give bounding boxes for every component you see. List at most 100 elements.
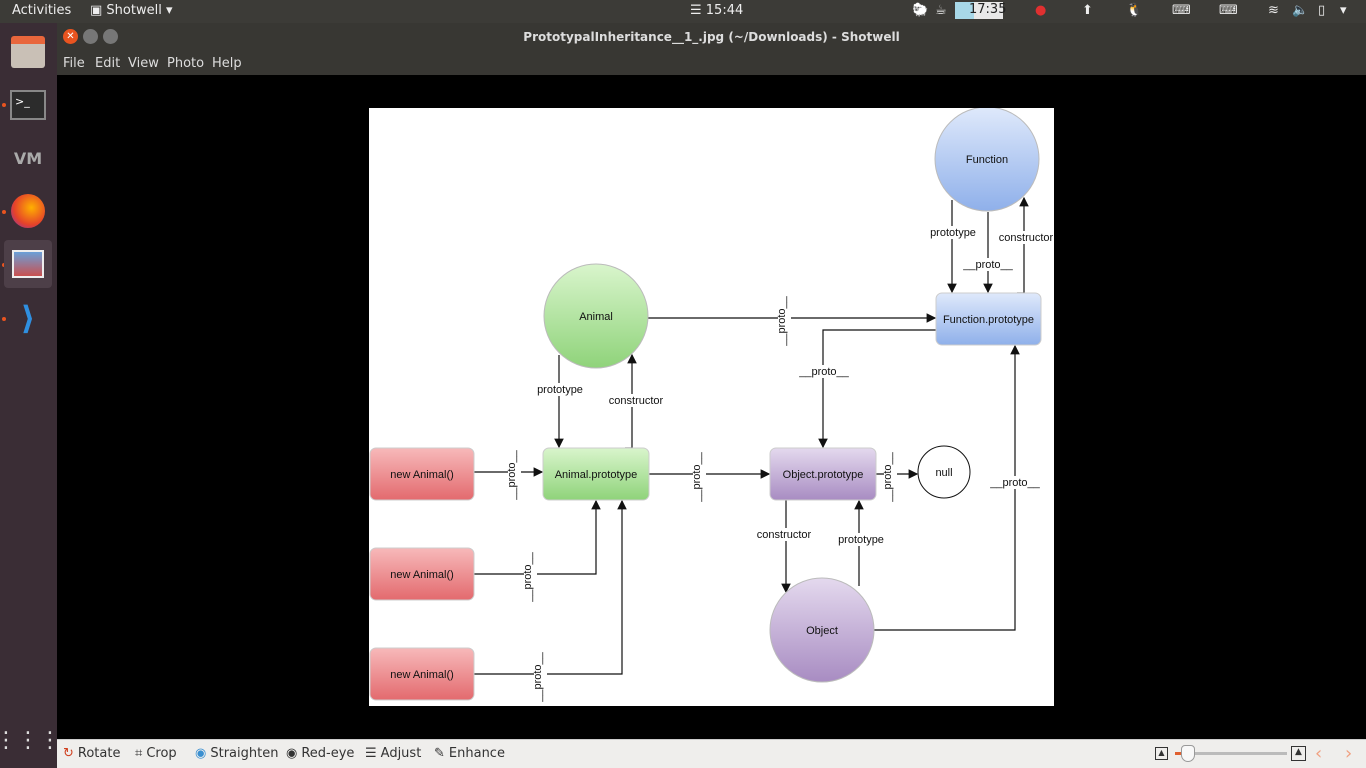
- previous-photo-icon[interactable]: ‹: [1315, 743, 1322, 764]
- svg-text:__proto__: __proto__: [798, 366, 849, 378]
- svg-text:__proto__: __proto__: [522, 551, 534, 602]
- svg-text:__proto__: __proto__: [882, 451, 894, 502]
- svg-text:constructor: constructor: [609, 395, 664, 407]
- zoom-slider-handle[interactable]: [1180, 745, 1195, 762]
- edge-object-prototype: prototype: [832, 499, 890, 586]
- activities-button[interactable]: Activities: [12, 3, 71, 18]
- rotate-label: Rotate: [77, 746, 121, 761]
- svg-text:Object.prototype: Object.prototype: [783, 469, 864, 481]
- edge-function-constructor: constructor: [991, 196, 1061, 294]
- volume-icon[interactable]: 🔈: [1292, 3, 1308, 18]
- adjust-button[interactable]: ☰ Adjust: [365, 746, 421, 761]
- menu-help[interactable]: Help: [212, 56, 242, 71]
- redeye-button[interactable]: ◉ Red-eye: [286, 746, 354, 761]
- app-menu[interactable]: ▣ Shotwell ▾: [90, 3, 173, 18]
- sheep-icon[interactable]: 🐑: [912, 3, 928, 18]
- shotwell-icon[interactable]: [4, 240, 52, 288]
- svg-text:__proto__: __proto__: [532, 651, 544, 702]
- window-title: PrototypalInheritance__1_.jpg (~/Downloa…: [523, 30, 900, 44]
- edge-animal-prototype: prototype: [531, 355, 589, 449]
- next-photo-icon[interactable]: ›: [1345, 743, 1352, 764]
- toolbar: ↻ Rotate ⌗ Crop ◉ Straighten ◉ Red-eye ☰ Adju…: [57, 739, 1366, 768]
- function-prototype-node: Function.prototype: [935, 292, 1042, 346]
- clock[interactable]: ☰ 15:44: [690, 3, 743, 18]
- redeye-label: Red-eye: [301, 746, 355, 761]
- tea-icon[interactable]: ☕: [935, 3, 947, 18]
- svg-text:new Animal(): new Animal(): [390, 569, 454, 581]
- svg-text:__proto__: __proto__: [691, 451, 703, 502]
- straighten-icon: ◉: [195, 746, 207, 761]
- svg-text:Animal: Animal: [579, 311, 613, 323]
- menu-file[interactable]: File: [63, 56, 85, 71]
- edge-function-proto: __proto__: [959, 212, 1017, 294]
- svg-text:null: null: [935, 467, 952, 479]
- object-prototype-node: Object.prototype: [769, 447, 877, 501]
- svg-text:prototype: prototype: [930, 227, 976, 239]
- menu-edit[interactable]: Edit: [95, 56, 120, 71]
- vscode-icon[interactable]: ⟩: [4, 294, 52, 342]
- svg-text:Function: Function: [966, 154, 1008, 166]
- svg-text:new Animal(): new Animal(): [390, 469, 454, 481]
- svg-text:Function.prototype: Function.prototype: [943, 314, 1034, 326]
- svg-text:prototype: prototype: [537, 384, 583, 396]
- straighten-label: Straighten: [210, 746, 279, 761]
- object-node: Object: [769, 577, 875, 683]
- svg-text:constructor: constructor: [999, 232, 1054, 244]
- top-bar: Activities ▣ Shotwell ▾ ☰ 15:44 🐑 ☕ 17:3…: [0, 0, 1366, 23]
- edge-function-prototype: prototype: [924, 200, 982, 294]
- vmware-icon[interactable]: VM: [4, 134, 52, 182]
- photo-image: prototype __proto__ constructor __proto__ __…: [369, 106, 1061, 706]
- edge-function-prototype-proto: __proto__: [795, 329, 936, 449]
- rotate-icon: ↻: [63, 746, 74, 761]
- show-apps-icon[interactable]: ⋮⋮⋮: [0, 716, 61, 764]
- crop-icon: ⌗: [135, 746, 143, 761]
- prototype-diagram: prototype __proto__ constructor __proto__ __…: [369, 106, 1061, 703]
- edge-object-constructor: constructor: [749, 500, 819, 594]
- svg-text:Animal.prototype: Animal.prototype: [555, 469, 638, 481]
- battery-icon[interactable]: ▯: [1318, 3, 1325, 18]
- timer-indicator[interactable]: 17:35: [955, 2, 1006, 19]
- svg-text:prototype: prototype: [838, 534, 884, 546]
- edge-animal-proto: __proto__: [648, 289, 937, 347]
- edge-animal-prototype-proto: __proto__: [649, 445, 771, 503]
- keyboard-layout-icon[interactable]: ⌨: [1172, 3, 1191, 18]
- adjust-icon: ☰: [365, 746, 377, 761]
- tux-icon[interactable]: 🐧: [1126, 3, 1142, 18]
- terminal-icon[interactable]: >_: [4, 81, 52, 129]
- svg-text:constructor: constructor: [757, 529, 812, 541]
- zoom-slider[interactable]: [1175, 745, 1287, 762]
- edge-animal-constructor: constructor: [601, 353, 671, 449]
- wifi-icon[interactable]: ≋: [1268, 3, 1279, 18]
- new-animal-node: new Animal(): [369, 447, 475, 501]
- enhance-button[interactable]: ✎ Enhance: [434, 746, 505, 761]
- enhance-label: Enhance: [448, 746, 505, 761]
- straighten-button[interactable]: ◉ Straighten: [195, 746, 278, 761]
- zoom-out-icon[interactable]: ▲: [1155, 747, 1168, 760]
- svg-text:__proto__: __proto__: [989, 477, 1040, 489]
- edge-new-animal-2-proto: __proto__: [474, 499, 601, 603]
- svg-text:__proto__: __proto__: [962, 259, 1013, 271]
- eye-icon: ◉: [286, 746, 298, 761]
- record-icon[interactable]: ●: [1035, 3, 1046, 18]
- firefox-icon[interactable]: [4, 187, 52, 235]
- function-node: Function: [934, 106, 1040, 212]
- crop-label: Crop: [146, 746, 177, 761]
- rotate-button[interactable]: ↻ Rotate: [63, 746, 120, 761]
- new-animal-node: new Animal(): [369, 547, 475, 601]
- menu-photo[interactable]: Photo: [167, 56, 204, 71]
- null-node: null: [917, 445, 971, 499]
- files-icon[interactable]: [4, 28, 52, 76]
- svg-text:__proto__: __proto__: [776, 295, 788, 346]
- menu-view[interactable]: View: [128, 56, 159, 71]
- svg-text:new Animal(): new Animal(): [390, 669, 454, 681]
- crop-button[interactable]: ⌗ Crop: [135, 746, 177, 761]
- update-icon[interactable]: ⬆: [1082, 3, 1093, 18]
- menu-bar: File Edit View Photo Help: [57, 52, 1366, 75]
- edge-new-animal-1-proto: __proto__: [474, 443, 544, 501]
- edge-object-prototype-proto: __proto__: [876, 445, 919, 503]
- edge-new-animal-3-proto: __proto__: [474, 499, 627, 703]
- system-menu-icon[interactable]: ▾: [1340, 3, 1347, 18]
- keyboard-icon[interactable]: ⌨: [1219, 3, 1238, 18]
- zoom-in-icon[interactable]: ▲: [1291, 746, 1306, 761]
- title-bar: ✕ PrototypalInheritance__1_.jpg (~/Downl…: [57, 23, 1366, 52]
